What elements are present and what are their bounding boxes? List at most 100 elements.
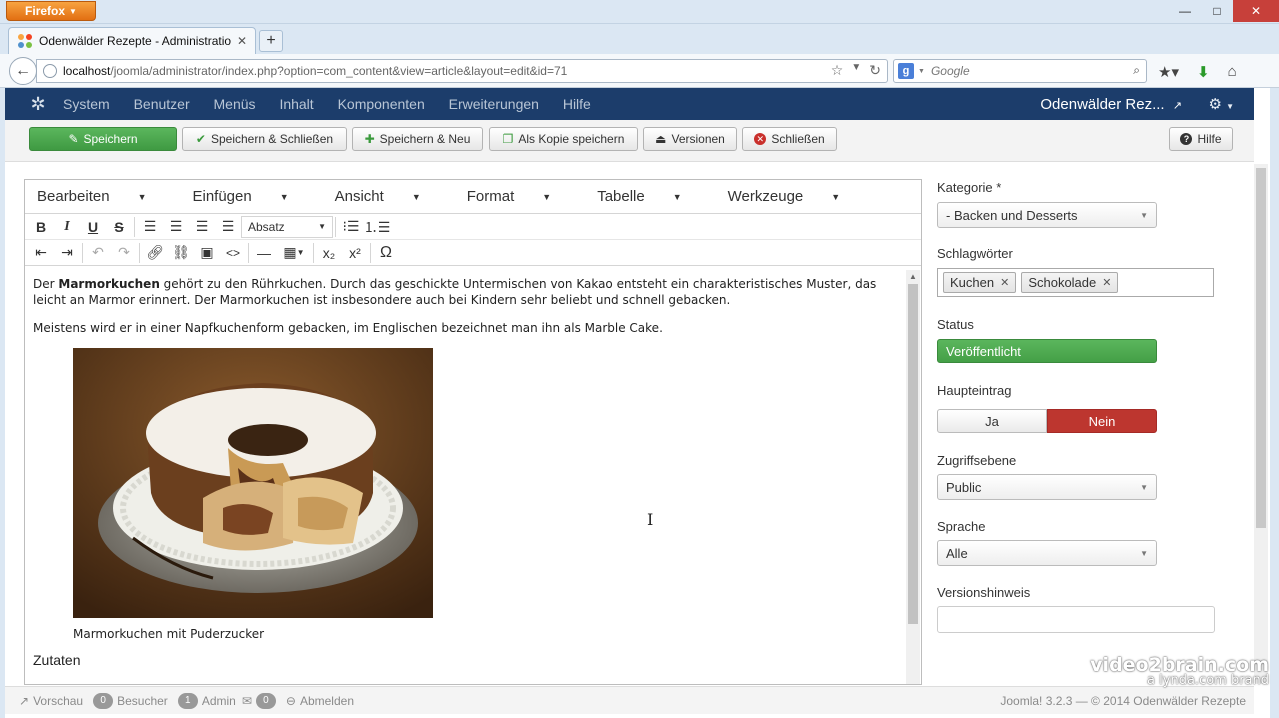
joomla-logo-icon[interactable]: ✲	[27, 93, 49, 115]
image-figure[interactable]: Marmorkuchen mit Puderzucker	[73, 348, 433, 642]
category-select[interactable]: - Backen und Desserts ▼	[937, 202, 1157, 228]
menu-menus[interactable]: Menüs	[214, 96, 256, 112]
editor-content[interactable]: Der Marmorkuchen gehört zu den Rührkuche…	[25, 268, 905, 685]
remove-tag-icon[interactable]: ✕	[1102, 276, 1111, 289]
align-center-icon[interactable]: ☰	[163, 216, 189, 238]
tags-input[interactable]: Kuchen ✕ Schokolade ✕	[937, 268, 1214, 297]
access-select[interactable]: Public ▼	[937, 474, 1157, 500]
tag-chip[interactable]: Kuchen ✕	[943, 272, 1017, 293]
unlink-icon[interactable]: ⛓	[168, 242, 194, 264]
bookmark-star-icon[interactable]: ☆	[831, 62, 844, 79]
save-copy-button[interactable]: ❐ Als Kopie speichern	[489, 127, 638, 151]
close-tab-icon[interactable]: ✕	[237, 34, 247, 48]
code-icon[interactable]: <>	[220, 242, 246, 264]
horizontal-rule-icon[interactable]: —	[251, 242, 277, 264]
table-icon[interactable]: ▦ ▼	[277, 242, 311, 264]
remove-tag-icon[interactable]: ✕	[1000, 276, 1009, 289]
language-select[interactable]: Alle ▼	[937, 540, 1157, 566]
align-left-icon[interactable]: ☰	[137, 216, 163, 238]
outdent-icon[interactable]: ⇤	[28, 242, 54, 264]
bookmarks-menu-icon[interactable]: ★▾	[1158, 63, 1179, 81]
save-button[interactable]: ✎ Speichern	[29, 127, 177, 151]
save-close-button[interactable]: ✔ Speichern & Schließen	[182, 127, 347, 151]
paragraph-2: Meistens wird er in einer Napfkuchenform…	[33, 321, 663, 335]
featured-no-button[interactable]: Nein	[1047, 409, 1157, 433]
new-tab-button[interactable]: +	[259, 30, 283, 52]
status-select[interactable]: Veröffentlicht	[937, 339, 1157, 363]
help-label: Hilfe	[1197, 132, 1222, 146]
italic-icon[interactable]: I	[54, 216, 80, 238]
cake-photo[interactable]	[73, 348, 433, 618]
align-justify-icon[interactable]: ☰	[215, 216, 241, 238]
tag-chip[interactable]: Schokolade ✕	[1021, 272, 1119, 293]
maximize-button[interactable]: □	[1201, 0, 1233, 22]
search-box[interactable]: g ▼ Google ⌕	[893, 59, 1147, 83]
menu-komponenten[interactable]: Komponenten	[338, 96, 425, 112]
version-note-input[interactable]	[937, 606, 1215, 633]
link-icon[interactable]: 🔗︎	[142, 242, 168, 264]
url-bar[interactable]: localhost/joomla/administrator/index.php…	[36, 59, 888, 83]
scroll-up-icon[interactable]: ▲	[909, 272, 917, 281]
redo-icon[interactable]: ↷	[111, 242, 137, 264]
editor-menu-einfuegen[interactable]: Einfügen ▼	[192, 188, 311, 205]
logout-link[interactable]: ⊖ Abmelden	[286, 694, 354, 708]
menu-label: Ansicht	[334, 188, 384, 205]
underline-icon[interactable]: U	[80, 216, 106, 238]
globe-icon	[43, 64, 57, 78]
image-icon[interactable]: ▣	[194, 242, 220, 264]
editor-menu-ansicht[interactable]: Ansicht ▼	[335, 188, 444, 205]
minimize-button[interactable]: —	[1169, 0, 1201, 22]
indent-icon[interactable]: ⇥	[54, 242, 80, 264]
editor-scroll-thumb[interactable]	[908, 284, 918, 624]
menu-erweiterungen[interactable]: Erweiterungen	[449, 96, 539, 112]
page-scroll-thumb[interactable]	[1256, 168, 1266, 528]
admin-indicator: 1 Admin	[174, 692, 236, 709]
subscript-icon[interactable]: x₂	[316, 242, 342, 264]
site-link[interactable]: Odenwälder Rez... ↗	[1040, 96, 1182, 113]
toolbar-separator	[335, 216, 336, 237]
superscript-icon[interactable]: x²	[342, 242, 368, 264]
preview-link[interactable]: ↗ Vorschau	[19, 694, 83, 708]
close-window-button[interactable]: ✕	[1233, 0, 1279, 22]
reload-icon[interactable]: ↻	[869, 62, 881, 79]
firefox-menu-button[interactable]: Firefox ▼	[6, 1, 96, 21]
menu-benutzer[interactable]: Benutzer	[134, 96, 190, 112]
editor-menu-format[interactable]: Format ▼	[467, 188, 574, 205]
menu-system[interactable]: System	[63, 96, 110, 112]
caret-down-icon: ▼	[411, 192, 421, 203]
back-button[interactable]: ←	[9, 57, 37, 85]
save-new-button[interactable]: ✚ Speichern & Neu	[352, 127, 483, 151]
visitors-badge: 0	[93, 692, 114, 709]
menu-label: Werkzeuge	[727, 188, 804, 205]
download-icon[interactable]: ⬇	[1197, 63, 1210, 81]
editor-menu-bearbeiten[interactable]: Bearbeiten ▼	[37, 188, 169, 205]
featured-label: Haupteintrag	[937, 383, 1012, 398]
featured-yes-button[interactable]: Ja	[937, 409, 1047, 433]
search-icon[interactable]: ⌕	[1133, 63, 1140, 78]
align-right-icon[interactable]: ☰	[189, 216, 215, 238]
bold-icon[interactable]: B	[28, 216, 54, 238]
editor-scrollbar[interactable]: ▲	[906, 270, 920, 684]
menu-hilfe[interactable]: Hilfe	[563, 96, 591, 112]
undo-icon[interactable]: ↶	[85, 242, 111, 264]
versions-button[interactable]: ⏏ Versionen	[643, 127, 737, 151]
editor-menu-werkzeuge[interactable]: Werkzeuge ▼	[728, 188, 864, 205]
special-char-icon[interactable]: Ω	[373, 242, 399, 264]
page-scrollbar[interactable]	[1254, 164, 1268, 684]
search-dropdown-icon[interactable]: ▼	[918, 68, 925, 75]
menu-inhalt[interactable]: Inhalt	[279, 96, 313, 112]
bullet-list-icon[interactable]: ⁝☰	[338, 216, 364, 238]
toolbar-separator	[139, 242, 140, 263]
messages-indicator[interactable]: ✉ 0	[242, 692, 280, 709]
admin-menu: System Benutzer Menüs Inhalt Komponenten…	[63, 96, 611, 112]
format-select[interactable]: Absatz ▼	[241, 215, 333, 238]
browser-tab[interactable]: Odenwälder Rezepte - Administration - l.…	[8, 27, 256, 54]
settings-gear-icon[interactable]: ⚙ ▼	[1208, 95, 1234, 113]
editor-menu-tabelle[interactable]: Tabelle ▼	[597, 188, 704, 205]
numbered-list-icon[interactable]: ⒈☰	[364, 216, 391, 238]
history-dropdown-icon[interactable]: ▼	[851, 62, 861, 79]
strikethrough-icon[interactable]: S	[106, 216, 132, 238]
close-button[interactable]: ✕ Schließen	[742, 127, 837, 151]
help-button[interactable]: ? Hilfe	[1169, 127, 1233, 151]
home-icon[interactable]: ⌂	[1228, 63, 1237, 81]
